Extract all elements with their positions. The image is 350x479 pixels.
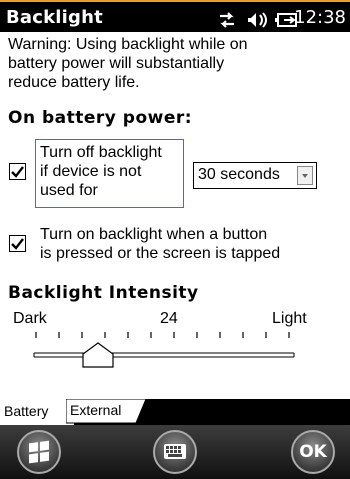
turn-on-line-1: Turn on backlight when a button [40, 226, 268, 243]
title-bar: Backlight 12:38 [0, 2, 350, 32]
window-title: Backlight [6, 7, 103, 28]
slider-thumb[interactable] [82, 342, 114, 372]
turn-off-label: Turn off backlight if device is not used… [40, 143, 162, 200]
turn-on-line-2: is pressed or the screen is tapped [40, 245, 281, 262]
slider-max-label: Light [272, 310, 307, 327]
sync-icon[interactable] [217, 11, 237, 33]
intensity-heading: Backlight Intensity [8, 283, 199, 303]
battery-section-heading: On battery power: [8, 108, 193, 128]
ok-label: OK [299, 442, 327, 462]
chevron-down-icon[interactable] [297, 166, 313, 185]
soft-key-bar: OK [0, 425, 350, 479]
volume-icon[interactable] [247, 11, 269, 33]
warning-line-2: battery power will substantially [8, 55, 225, 72]
check-icon [11, 238, 24, 250]
tab-bar: Battery External [0, 399, 350, 425]
clock[interactable]: 12:38 [294, 7, 346, 28]
turn-off-line-1: Turn off backlight [40, 144, 162, 161]
tab-external-label: External [70, 402, 122, 418]
tab-battery[interactable]: Battery [0, 399, 74, 425]
turn-off-backlight-checkbox[interactable] [9, 163, 26, 180]
windows-start-icon [29, 440, 49, 464]
warning-line-1: Warning: Using backlight while on [8, 36, 248, 53]
timeout-dropdown[interactable]: 30 seconds [193, 162, 317, 189]
tab-external[interactable]: External [66, 399, 146, 424]
turn-off-line-2: if device is not [40, 163, 142, 180]
keyboard-icon [164, 444, 186, 459]
check-icon [11, 166, 24, 178]
keyboard-button[interactable] [153, 430, 197, 474]
turn-on-label: Turn on backlight when a button is press… [40, 225, 280, 263]
turn-off-line-3: used for [40, 182, 98, 199]
slider-min-label: Dark [13, 310, 47, 327]
timeout-value: 30 seconds [198, 166, 280, 183]
turn-on-backlight-checkbox[interactable] [9, 235, 26, 252]
slider-value: 24 [160, 310, 178, 327]
intensity-slider[interactable] [30, 328, 300, 368]
ok-button[interactable]: OK [291, 430, 335, 474]
warning-text: Warning: Using backlight while on batter… [8, 35, 338, 92]
start-button[interactable] [17, 430, 61, 474]
warning-line-3: reduce battery life. [8, 74, 140, 91]
